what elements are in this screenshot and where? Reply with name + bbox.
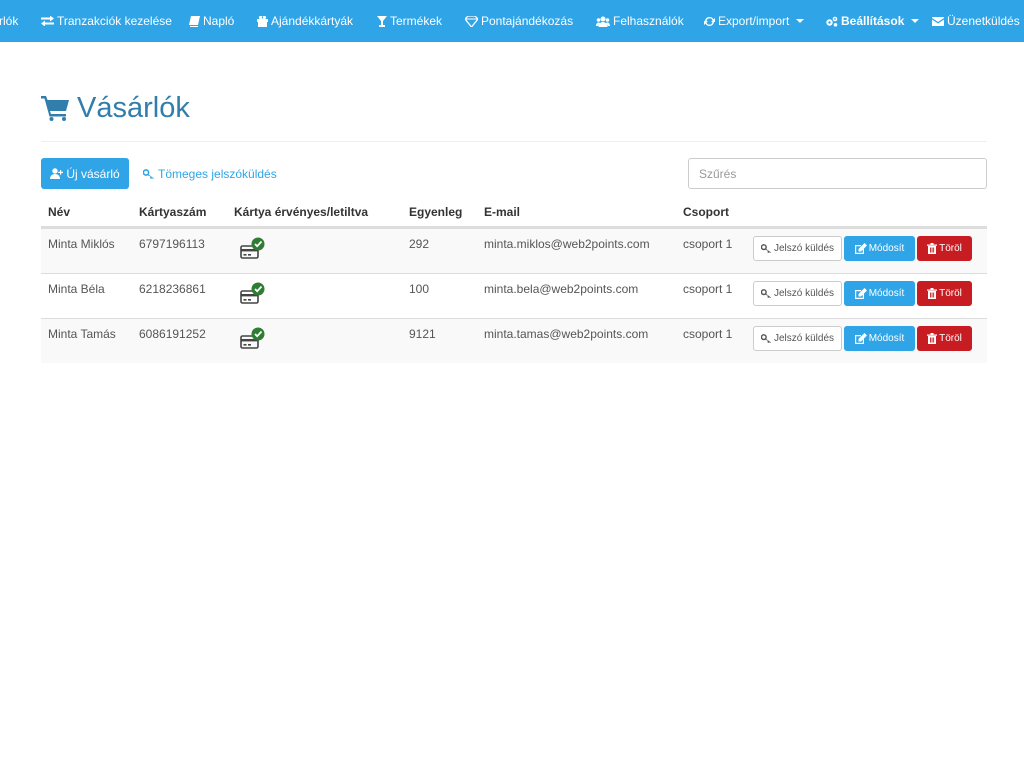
header-divider — [41, 141, 987, 142]
nav-item-felhasznalok[interactable]: Felhasználók — [596, 0, 684, 42]
nav-item-label: Felhasználók — [613, 14, 684, 28]
balance: 292 — [409, 237, 430, 251]
edit-button[interactable]: Módosít — [844, 326, 915, 351]
new-customer-button[interactable]: Új vásárló — [41, 158, 129, 189]
trash-icon — [927, 333, 938, 344]
column-header-group[interactable]: Csoport — [683, 199, 729, 226]
send-password-button[interactable]: Jelszó küldés — [753, 236, 842, 261]
top-navbar: rlók Tranzakciók kezelése Napló Ajándékk… — [0, 0, 1024, 42]
table-row: Minta Miklós 6797196113 292 minta.miklos… — [41, 228, 987, 273]
card-number: 6086191252 — [139, 327, 206, 341]
column-header-email[interactable]: E-mail — [484, 199, 520, 226]
customer-name: Minta Miklós — [48, 237, 115, 251]
email: minta.tamas@web2points.com — [484, 327, 649, 341]
shopping-cart-icon — [41, 95, 69, 121]
email: minta.bela@web2points.com — [484, 282, 639, 296]
card-valid-icon[interactable] — [240, 237, 266, 264]
nav-item-beallitasok[interactable]: Beállítások — [825, 0, 920, 42]
column-header-balance[interactable]: Egyenleg — [409, 199, 462, 226]
page-header: Vásárlók — [41, 88, 190, 128]
nav-item-label: Üzenetküldés — [947, 14, 1020, 28]
nav-item-tranzakciok[interactable]: Tranzakciók kezelése — [41, 0, 172, 42]
email: minta.miklos@web2points.com — [484, 237, 650, 251]
balance: 9121 — [409, 327, 436, 341]
new-customer-label: Új vásárló — [66, 166, 120, 181]
send-password-label: Jelszó küldés — [773, 333, 835, 344]
nav-item-termekek[interactable]: Termékek — [377, 0, 442, 42]
nav-item-label: Tranzakciók kezelése — [57, 14, 172, 28]
nav-item-label: rlók — [0, 14, 19, 28]
nav-item-label: Napló — [203, 14, 235, 28]
key-icon — [760, 334, 772, 343]
refresh-icon — [704, 16, 715, 27]
edit-icon — [854, 333, 867, 344]
nav-item-uzenetkuldes[interactable]: Üzenetküldés — [932, 0, 1020, 42]
chevron-down-icon — [911, 19, 920, 23]
glass-icon — [377, 15, 387, 27]
mass-password-send-label: Tömeges jelszóküldés — [158, 166, 277, 181]
card-valid-icon[interactable] — [240, 327, 266, 354]
send-password-button[interactable]: Jelszó küldés — [753, 281, 842, 306]
send-password-button[interactable]: Jelszó küldés — [753, 326, 842, 351]
cogs-icon — [825, 16, 838, 27]
chevron-down-icon — [796, 19, 805, 23]
delete-button[interactable]: Töröl — [917, 326, 972, 351]
group: csoport 1 — [683, 237, 733, 251]
edit-icon — [854, 288, 867, 299]
mass-password-send-link[interactable]: Tömeges jelszóküldés — [143, 158, 277, 189]
nav-item-label: Ajándékkártyák — [271, 14, 354, 28]
envelope-icon — [932, 16, 944, 26]
card-number: 6218236861 — [139, 282, 206, 296]
edit-label: Módosít — [868, 243, 905, 254]
edit-icon — [854, 243, 867, 254]
nav-item-label: Pontajándékozás — [481, 14, 574, 28]
page-title: Vásárlók — [77, 92, 190, 124]
key-icon — [760, 244, 772, 253]
delete-label: Töröl — [939, 288, 962, 299]
nav-item-export-import[interactable]: Export/import — [704, 0, 805, 42]
nav-item-naplo[interactable]: Napló — [189, 0, 234, 42]
book-icon — [189, 15, 200, 27]
balance: 100 — [409, 282, 430, 296]
diamond-icon — [465, 15, 478, 27]
delete-button[interactable]: Töröl — [917, 236, 972, 261]
column-header-name[interactable]: Név — [48, 199, 70, 226]
send-password-label: Jelszó küldés — [773, 288, 835, 299]
nav-item-pontajandekozas[interactable]: Pontajándékozás — [465, 0, 573, 42]
group: csoport 1 — [683, 327, 733, 341]
delete-button[interactable]: Töröl — [917, 281, 972, 306]
key-icon — [760, 289, 772, 298]
users-icon — [596, 16, 610, 27]
nav-item-label: Termékek — [390, 14, 443, 28]
column-header-card[interactable]: Kártyaszám — [139, 199, 206, 226]
edit-label: Módosít — [868, 288, 905, 299]
nav-item-label: Export/import — [718, 14, 790, 28]
add-user-icon — [50, 168, 64, 179]
edit-label: Módosít — [868, 333, 905, 344]
table-header: Név Kártyaszám Kártya érvényes/letiltva … — [41, 199, 987, 228]
trash-icon — [927, 243, 938, 254]
nav-item-ajandekkartyak[interactable]: Ajándékkártyák — [257, 0, 353, 42]
delete-label: Töröl — [939, 333, 962, 344]
exchange-icon — [41, 16, 54, 26]
customer-name: Minta Tamás — [48, 327, 116, 341]
card-valid-icon[interactable] — [240, 282, 266, 309]
delete-label: Töröl — [939, 243, 962, 254]
gift-icon — [257, 15, 268, 27]
nav-item-label: Beállítások — [841, 14, 905, 28]
customer-name: Minta Béla — [48, 282, 105, 296]
edit-button[interactable]: Módosít — [844, 236, 915, 261]
table-row: Minta Tamás 6086191252 9121 minta.tamas@… — [41, 318, 987, 363]
group: csoport 1 — [683, 282, 733, 296]
column-header-valid[interactable]: Kártya érvényes/letiltva — [234, 199, 368, 226]
table-row: Minta Béla 6218236861 100 minta.bela@web… — [41, 273, 987, 318]
edit-button[interactable]: Módosít — [844, 281, 915, 306]
customers-table: Név Kártyaszám Kártya érvényes/letiltva … — [41, 199, 987, 363]
filter-input[interactable] — [688, 158, 987, 189]
nav-item-vasarlok[interactable]: rlók — [0, 0, 18, 42]
send-password-label: Jelszó küldés — [773, 243, 835, 254]
card-number: 6797196113 — [139, 237, 205, 251]
key-icon — [143, 168, 155, 179]
trash-icon — [927, 288, 938, 299]
